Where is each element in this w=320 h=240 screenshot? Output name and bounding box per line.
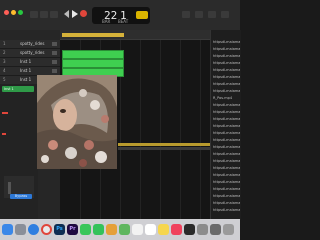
chrome-icon[interactable] xyxy=(41,224,52,235)
grid-line xyxy=(140,40,141,220)
notepad-button[interactable] xyxy=(195,11,203,18)
browser-item[interactable]: httpsdLmaiamagra xyxy=(213,103,240,107)
mute-button[interactable] xyxy=(52,51,57,55)
finder-icon[interactable] xyxy=(2,224,13,235)
count-in-button[interactable] xyxy=(136,11,148,19)
play-icon[interactable] xyxy=(72,10,78,18)
browser-item[interactable]: httpsdLmaiamagra xyxy=(213,159,240,163)
browser-item[interactable]: httpsdLmaiamagra xyxy=(213,194,240,198)
track-name[interactable]: spotty_rides xyxy=(20,41,44,46)
smart-controls-button[interactable] xyxy=(50,11,58,18)
logic-icon[interactable] xyxy=(106,224,117,235)
browser-item[interactable]: httpsdLmaiamagra xyxy=(213,166,240,170)
volume-fader[interactable] xyxy=(8,182,11,194)
track-row[interactable]: 3 Inst 1 xyxy=(0,58,60,67)
screenshot-icon[interactable] xyxy=(210,224,221,235)
mute-button[interactable] xyxy=(52,60,57,64)
automation-line[interactable] xyxy=(118,143,210,146)
track-row[interactable]: 2 spotty_rides xyxy=(0,49,60,58)
track-number: 2 xyxy=(3,50,6,55)
video-frame[interactable] xyxy=(37,75,117,169)
bypass-button[interactable]: Bypass xyxy=(10,194,32,199)
library-button[interactable] xyxy=(30,11,38,18)
grid-line xyxy=(180,40,181,220)
calendar-icon[interactable] xyxy=(145,224,156,235)
track-row[interactable]: 1 spotty_rides xyxy=(0,40,60,49)
track-number: 3 xyxy=(3,59,6,64)
browser-item[interactable]: httpsdLmaiamagra xyxy=(213,75,240,79)
midi-region[interactable] xyxy=(62,50,124,59)
video-frame-image xyxy=(37,75,117,169)
region-tag[interactable]: Inst 1 xyxy=(2,86,34,92)
piano-roll-header xyxy=(118,147,210,150)
track-number: 1 xyxy=(3,41,6,46)
close-window-icon[interactable] xyxy=(4,10,9,15)
mute-button[interactable] xyxy=(52,42,57,46)
browser-item[interactable]: httpsdLmaiamagra xyxy=(213,40,240,44)
zoom-window-icon[interactable] xyxy=(18,10,23,15)
browser-item[interactable]: httpsdLmaiamagra xyxy=(213,68,240,72)
browser-item[interactable]: httpsdLmaiamagra xyxy=(213,82,240,86)
lcd-bar-label: BAR xyxy=(102,19,111,24)
trash-icon[interactable] xyxy=(223,224,234,235)
minimize-window-icon[interactable] xyxy=(11,10,16,15)
grid-line xyxy=(160,40,161,220)
notes-icon[interactable] xyxy=(158,224,169,235)
browser-item[interactable]: httpsdLmaiamagra xyxy=(213,201,240,205)
browser-item[interactable]: httpsdLmaiamagra xyxy=(213,208,240,212)
browser-item[interactable]: httpsdLmaiamagra xyxy=(213,124,240,128)
lcd-beat-label: BEAT xyxy=(118,19,129,24)
messages-icon[interactable] xyxy=(80,224,91,235)
browser-item[interactable]: httpsdLmaiamagra xyxy=(213,61,240,65)
browser-item[interactable]: httpsdLmaiamagra xyxy=(213,187,240,191)
track-name[interactable]: Inst 1 xyxy=(20,77,31,82)
music-icon[interactable] xyxy=(171,224,182,235)
launchpad-icon[interactable] xyxy=(15,224,26,235)
record-indicator xyxy=(2,112,8,114)
premiere-icon[interactable]: Pr xyxy=(67,224,78,235)
track-name[interactable]: spotty_rides xyxy=(20,50,44,55)
facetime-icon[interactable] xyxy=(93,224,104,235)
track-number: 5 xyxy=(3,77,6,82)
browser-item[interactable]: httpsdLmaiamagra xyxy=(213,152,240,156)
record-icon[interactable] xyxy=(80,10,87,17)
track-number: 4 xyxy=(3,68,6,73)
browser-item[interactable]: httpsdLmaiamagra xyxy=(213,131,240,135)
photos-icon[interactable] xyxy=(132,224,143,235)
browser-item[interactable]: httpsdLmaiamagra xyxy=(213,145,240,149)
photoshop-icon[interactable]: Ps xyxy=(54,224,65,235)
browser-item[interactable]: R_Pos.mp4 xyxy=(213,96,240,100)
browser-item[interactable]: httpsdLmaiamagra xyxy=(213,138,240,142)
settings-icon[interactable] xyxy=(197,224,208,235)
browser-item[interactable]: httpsdLmaiamagra xyxy=(213,173,240,177)
midi-region[interactable] xyxy=(62,59,124,68)
browser-item[interactable]: httpsdLmaiamagra xyxy=(213,54,240,58)
loop-browser-button[interactable] xyxy=(208,11,216,18)
browser-button[interactable] xyxy=(221,11,229,18)
terminal-icon[interactable] xyxy=(184,224,195,235)
browser-item[interactable]: httpsdLmaiamagra xyxy=(213,117,240,121)
track-name[interactable]: Inst 1 xyxy=(20,59,31,64)
grid-line xyxy=(200,40,201,220)
mute-button[interactable] xyxy=(52,69,57,73)
cycle-region[interactable] xyxy=(62,33,124,37)
list-editors-button[interactable] xyxy=(182,11,190,18)
inspector-button[interactable] xyxy=(40,11,48,18)
record-indicator xyxy=(2,133,6,135)
track-name[interactable]: Inst 1 xyxy=(20,68,31,73)
browser-item[interactable]: httpsdLmaiamagra xyxy=(213,110,240,114)
safari-icon[interactable] xyxy=(28,224,39,235)
maps-icon[interactable] xyxy=(119,224,130,235)
inspector-panel xyxy=(0,84,38,220)
browser-item[interactable]: httpsdLmaiamagra xyxy=(213,180,240,184)
browser-item[interactable]: httpsdLmaiamagra xyxy=(213,89,240,93)
browser-item[interactable]: httpsdLmaiamagra xyxy=(213,47,240,51)
rewind-icon[interactable] xyxy=(64,10,69,18)
